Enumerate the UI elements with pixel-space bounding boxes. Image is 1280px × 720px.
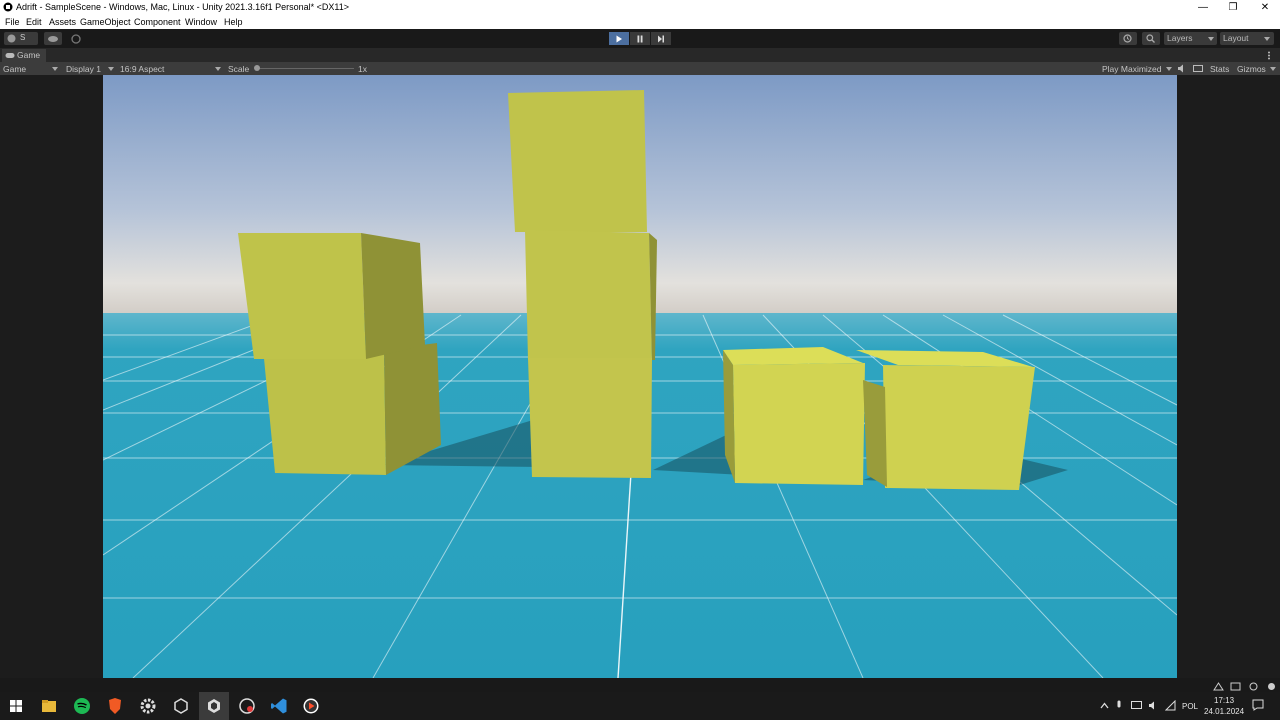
- pause-icon: [637, 35, 643, 42]
- cloud-icon: [48, 36, 58, 42]
- chevron-down-icon: [1166, 67, 1172, 71]
- restore-button[interactable]: ❐: [1218, 0, 1248, 15]
- github-desktop-icon[interactable]: [238, 697, 256, 715]
- microphone-icon[interactable]: [1115, 700, 1123, 711]
- window-title: Adrift - SampleScene - Windows, Mac, Lin…: [16, 2, 349, 12]
- play-mode-dropdown[interactable]: Play Maximized: [1102, 64, 1162, 74]
- network-icon[interactable]: [1165, 700, 1176, 711]
- gamepad-icon: [5, 53, 15, 58]
- chevron-up-icon[interactable]: [1100, 702, 1109, 709]
- notifications-icon[interactable]: [1252, 699, 1264, 711]
- cube-stack-middle: [508, 90, 657, 478]
- scale-slider-handle[interactable]: [254, 65, 260, 71]
- display-icon[interactable]: [1131, 700, 1142, 711]
- pause-button[interactable]: [630, 32, 650, 45]
- media-recorder-icon[interactable]: [302, 697, 320, 715]
- history-icon: [1123, 34, 1132, 43]
- layout-dropdown[interactable]: Layout: [1220, 32, 1274, 45]
- chevron-down-icon: [52, 67, 58, 71]
- unity-editor-icon[interactable]: [205, 697, 223, 715]
- game-view-toolbar: Game Display 1 16:9 Aspect Scale 1x Play…: [0, 62, 1280, 75]
- account-label: S: [20, 33, 26, 42]
- aspect-dropdown[interactable]: 16:9 Aspect: [120, 64, 164, 74]
- cloud-button[interactable]: [44, 32, 62, 45]
- spotify-icon[interactable]: [73, 697, 91, 715]
- main-toolbar: S Layers Layout: [0, 29, 1280, 48]
- scale-value: 1x: [358, 63, 367, 74]
- minimize-button[interactable]: —: [1188, 0, 1218, 15]
- menu-assets[interactable]: Assets: [49, 17, 76, 27]
- play-button[interactable]: [609, 32, 629, 45]
- scale-label: Scale: [228, 63, 250, 74]
- step-icon: [658, 35, 664, 42]
- tray-app-icon[interactable]: [1248, 682, 1259, 691]
- menu-file[interactable]: File: [5, 17, 20, 27]
- settings-gear-icon[interactable]: [139, 697, 157, 715]
- tab-game[interactable]: Game: [2, 49, 46, 62]
- tray-app-icon[interactable]: [1213, 682, 1224, 691]
- search-button[interactable]: [1142, 32, 1160, 45]
- vscode-icon[interactable]: [270, 697, 288, 715]
- chevron-down-icon: [1208, 37, 1214, 41]
- menu-gameobject[interactable]: GameObject: [80, 17, 131, 27]
- windows-start-icon[interactable]: [7, 697, 25, 715]
- play-icon: [616, 35, 622, 42]
- menu-edit[interactable]: Edit: [26, 17, 42, 27]
- search-icon: [1146, 34, 1155, 43]
- scale-slider-track[interactable]: [256, 68, 354, 69]
- menu-help[interactable]: Help: [224, 17, 243, 27]
- layers-label: Layers: [1167, 33, 1193, 43]
- clock-date[interactable]: 24.01.2024: [1204, 707, 1244, 716]
- account-icon: [7, 34, 16, 43]
- tray-app-icon[interactable]: [1266, 682, 1277, 691]
- tab-game-label: Game: [17, 50, 41, 60]
- chevron-down-icon: [1264, 37, 1270, 41]
- language-indicator[interactable]: POL: [1182, 702, 1198, 711]
- gizmos-button[interactable]: Gizmos: [1237, 64, 1266, 74]
- shortcuts-icon[interactable]: [1193, 64, 1203, 73]
- collab-icon[interactable]: [71, 34, 81, 44]
- menu-bar: File Edit Assets GameObject Component Wi…: [0, 15, 1280, 29]
- mute-audio-icon[interactable]: [1177, 64, 1186, 73]
- os-taskbar: POL 17:13 24.01.2024: [0, 682, 1280, 720]
- chevron-down-icon: [1270, 67, 1276, 71]
- step-button[interactable]: [651, 32, 671, 45]
- title-bar: Adrift - SampleScene - Windows, Mac, Lin…: [0, 0, 1280, 15]
- stats-button[interactable]: Stats: [1210, 64, 1229, 74]
- clock-time[interactable]: 17:13: [1214, 696, 1234, 705]
- more-options-icon[interactable]: [1267, 51, 1271, 60]
- view-mode-dropdown[interactable]: Game: [3, 64, 26, 74]
- display-dropdown[interactable]: Display 1: [66, 64, 101, 74]
- unity-logo-icon: [3, 2, 13, 12]
- unity-hub-icon[interactable]: [172, 697, 190, 715]
- layout-label: Layout: [1223, 33, 1249, 43]
- menu-component[interactable]: Component: [134, 17, 181, 27]
- account-dropdown[interactable]: S: [4, 32, 38, 45]
- layers-dropdown[interactable]: Layers: [1164, 32, 1217, 45]
- history-button[interactable]: [1119, 32, 1137, 45]
- game-viewport[interactable]: [0, 75, 1280, 678]
- close-button[interactable]: ✕: [1250, 0, 1280, 15]
- editor-tab-bar: Game: [0, 48, 1280, 62]
- speaker-icon[interactable]: [1148, 700, 1159, 711]
- menu-window[interactable]: Window: [185, 17, 217, 27]
- game-scene-render[interactable]: [103, 75, 1177, 678]
- chevron-down-icon: [108, 67, 114, 71]
- brave-browser-icon[interactable]: [106, 697, 124, 715]
- file-explorer-icon[interactable]: [40, 697, 58, 715]
- tray-app-icon[interactable]: [1230, 682, 1241, 691]
- chevron-down-icon: [215, 67, 221, 71]
